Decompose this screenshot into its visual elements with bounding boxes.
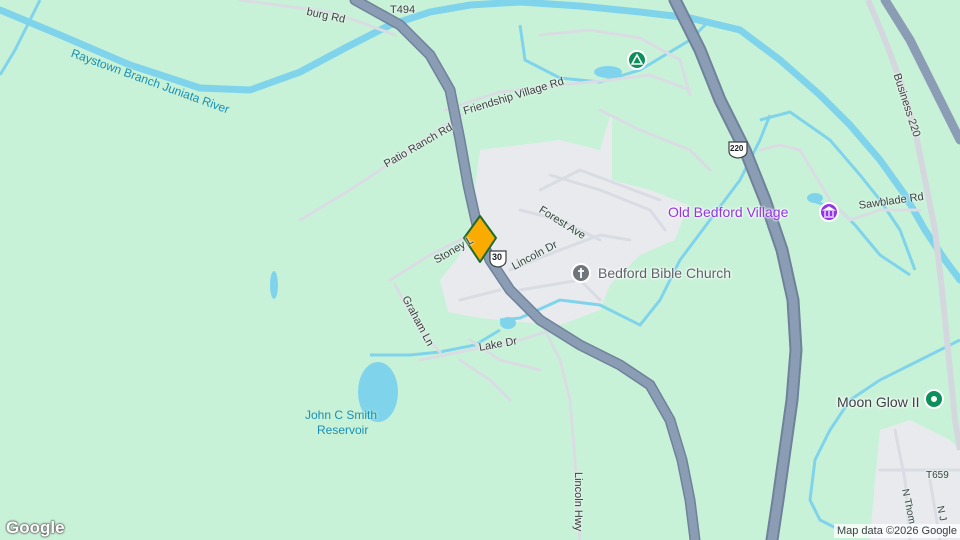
moon-glow-label[interactable]: Moon Glow II [837,394,919,410]
us220-shield: 220 [727,141,749,159]
pond-town [500,317,516,329]
pond-left [270,271,278,299]
pond-friendship [594,66,622,78]
place-pin-icon[interactable] [924,389,944,409]
old-bedford-village-label[interactable]: Old Bedford Village [668,204,788,220]
lincoln-hwy-label: Lincoln Hwy [572,472,584,532]
us30-shield: 30 [488,250,508,268]
t494-label: T494 [390,4,416,16]
google-logo[interactable]: Google [6,518,65,538]
museum-icon[interactable] [819,202,839,222]
church-cross-icon[interactable] [571,263,591,283]
t659-label: T659 [926,470,949,481]
campground-icon[interactable] [627,50,647,70]
us30-shield-number: 30 [492,252,503,262]
us220-shield-number: 220 [730,144,744,153]
map-data-attribution[interactable]: Map data ©2026 Google [833,524,960,538]
reservoir-label-line2: Reservoir [317,423,369,437]
bedford-bible-church-label[interactable]: Bedford Bible Church [598,265,731,281]
reservoir-label-line1: John C Smith [305,408,378,422]
pond-village [807,193,823,203]
